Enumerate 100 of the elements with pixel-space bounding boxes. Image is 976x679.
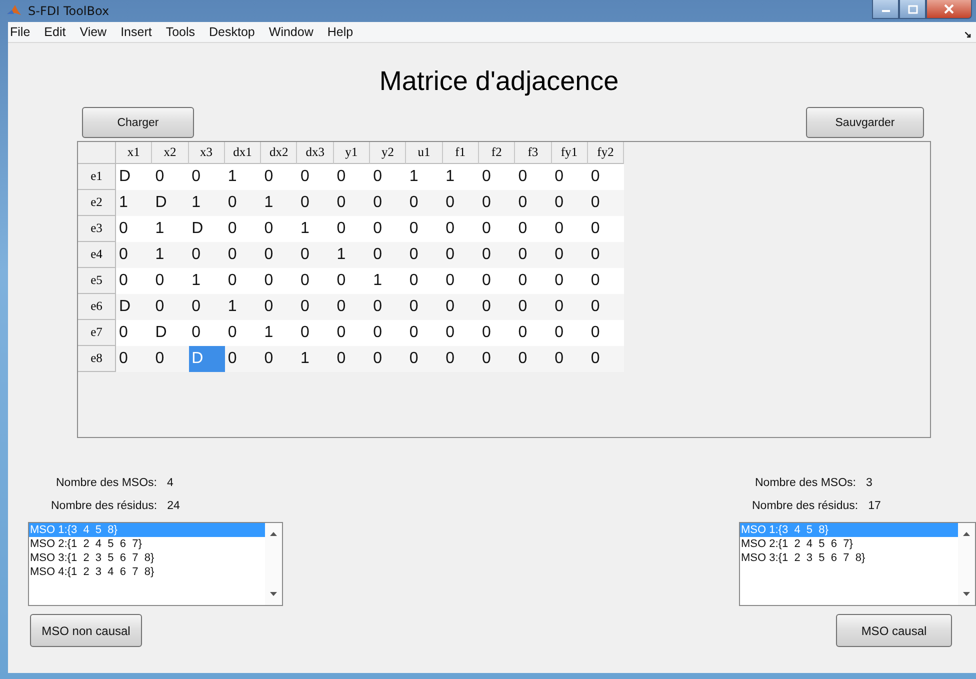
table-cell[interactable]: 0 — [552, 294, 588, 320]
table-cell[interactable]: 0 — [297, 294, 334, 320]
column-header[interactable]: f3 — [515, 142, 552, 164]
table-cell[interactable]: 0 — [552, 164, 588, 190]
table-cell[interactable]: 0 — [442, 216, 479, 242]
table-cell[interactable]: 0 — [370, 294, 406, 320]
column-header[interactable]: dx1 — [224, 142, 262, 164]
list-item[interactable]: MSO 3:{1 2 3 5 6 7 8} — [740, 551, 958, 565]
table-cell[interactable]: 0 — [588, 164, 624, 190]
menu-item[interactable]: Window — [262, 25, 320, 39]
table-cell[interactable]: 0 — [588, 268, 624, 294]
table-cell[interactable]: 0 — [116, 320, 152, 346]
save-button[interactable]: Sauvgarder — [806, 107, 924, 138]
table-cell[interactable]: 0 — [297, 190, 334, 216]
table-cell[interactable]: 0 — [515, 216, 552, 242]
table-cell[interactable]: 0 — [152, 268, 189, 294]
table-cell[interactable]: 0 — [261, 216, 298, 242]
table-cell[interactable]: 0 — [478, 216, 516, 242]
table-cell[interactable]: 0 — [334, 216, 370, 242]
table-cell[interactable]: 1 — [261, 190, 298, 216]
table-cell[interactable]: 0 — [334, 164, 370, 190]
column-header[interactable]: x2 — [152, 142, 189, 164]
menu-item[interactable]: View — [72, 25, 114, 39]
table-cell[interactable]: 1 — [406, 164, 443, 190]
table-cell[interactable]: D — [116, 164, 152, 190]
table-cell[interactable]: 0 — [261, 242, 298, 268]
column-header[interactable]: x3 — [188, 142, 225, 164]
table-cell[interactable]: 0 — [224, 216, 262, 242]
table-cell[interactable]: 0 — [406, 216, 443, 242]
table-cell[interactable]: 0 — [297, 242, 334, 268]
table-cell[interactable]: 0 — [261, 164, 298, 190]
table-cell[interactable]: 0 — [588, 320, 624, 346]
table-cell[interactable]: 0 — [334, 320, 370, 346]
table-cell[interactable]: 1 — [116, 190, 152, 216]
table-cell[interactable]: 0 — [406, 294, 443, 320]
table-cell[interactable]: 0 — [261, 294, 298, 320]
table-cell[interactable]: 0 — [515, 164, 552, 190]
table-cell[interactable]: D — [152, 320, 189, 346]
table-cell[interactable]: 0 — [188, 164, 225, 190]
table-cell[interactable]: 0 — [552, 216, 588, 242]
table-cell[interactable]: 0 — [116, 346, 152, 372]
table-cell[interactable]: 0 — [442, 320, 479, 346]
table-cell[interactable]: 0 — [188, 242, 225, 268]
table-cell[interactable]: 0 — [478, 294, 516, 320]
table-cell[interactable]: 1 — [152, 242, 189, 268]
table-cell[interactable]: 0 — [224, 346, 262, 372]
mso-button[interactable]: MSO non causal — [30, 614, 142, 647]
table-cell[interactable]: 0 — [116, 242, 152, 268]
column-header[interactable]: dx2 — [261, 142, 298, 164]
table-cell[interactable]: 0 — [224, 242, 262, 268]
table-cell[interactable]: 0 — [188, 320, 225, 346]
table-cell[interactable]: 0 — [261, 268, 298, 294]
table-cell[interactable]: 0 — [297, 320, 334, 346]
table-cell[interactable]: 0 — [406, 346, 443, 372]
table-cell[interactable]: D — [152, 190, 189, 216]
column-header[interactable]: y1 — [334, 142, 370, 164]
column-header[interactable]: u1 — [406, 142, 443, 164]
table-cell[interactable]: 0 — [588, 294, 624, 320]
table-cell[interactable]: 0 — [442, 268, 479, 294]
table-cell[interactable]: 0 — [406, 190, 443, 216]
table-cell[interactable]: 1 — [334, 242, 370, 268]
table-cell[interactable]: 0 — [152, 164, 189, 190]
table-cell[interactable]: 0 — [224, 190, 262, 216]
menu-item[interactable]: Desktop — [202, 25, 262, 39]
table-cell[interactable]: 0 — [478, 190, 516, 216]
table-cell[interactable]: 0 — [297, 164, 334, 190]
mso-button[interactable]: MSO causal — [836, 614, 952, 647]
column-header[interactable]: y2 — [370, 142, 406, 164]
column-header[interactable]: fy1 — [552, 142, 588, 164]
table-cell[interactable]: 1 — [370, 268, 406, 294]
maximize-button[interactable] — [899, 0, 926, 19]
table-cell[interactable]: 0 — [406, 268, 443, 294]
table-cell[interactable]: 0 — [152, 294, 189, 320]
menu-item[interactable]: Help — [320, 25, 360, 39]
table-cell[interactable]: 0 — [478, 320, 516, 346]
table-cell[interactable]: 0 — [370, 164, 406, 190]
table-cell[interactable]: 1 — [261, 320, 298, 346]
table-cell[interactable]: 0 — [552, 268, 588, 294]
table-cell[interactable]: 0 — [515, 190, 552, 216]
list-item[interactable]: MSO 2:{1 2 4 5 6 7} — [29, 537, 265, 551]
table-cell[interactable]: 0 — [152, 346, 189, 372]
table-cell[interactable]: 0 — [515, 294, 552, 320]
table-cell[interactable]: 0 — [515, 268, 552, 294]
menu-item[interactable]: File — [8, 25, 38, 39]
table-cell[interactable]: 0 — [515, 346, 552, 372]
table-cell[interactable]: 0 — [188, 294, 225, 320]
load-button[interactable]: Charger — [82, 107, 194, 138]
table-cell[interactable]: 0 — [261, 346, 298, 372]
table-cell[interactable]: 0 — [552, 190, 588, 216]
table-cell[interactable]: 0 — [406, 242, 443, 268]
mso-list[interactable]: MSO 1:{3 4 5 8} MSO 2:{1 2 4 5 6 7} MSO 3:{1 2 3 5 6 7 8} MSO 4:{1 2 3 4 6 7 8} — [28, 522, 283, 606]
table-cell[interactable]: D — [116, 294, 152, 320]
table-cell[interactable]: 0 — [334, 268, 370, 294]
table-cell[interactable]: 0 — [588, 216, 624, 242]
table-cell[interactable]: 0 — [588, 242, 624, 268]
list-item[interactable]: MSO 4:{1 2 3 4 6 7 8} — [29, 565, 265, 579]
menu-item[interactable]: Tools — [158, 25, 202, 39]
column-header[interactable]: x1 — [116, 142, 152, 164]
table-cell[interactable]: 0 — [297, 268, 334, 294]
table-cell[interactable]: 0 — [515, 242, 552, 268]
